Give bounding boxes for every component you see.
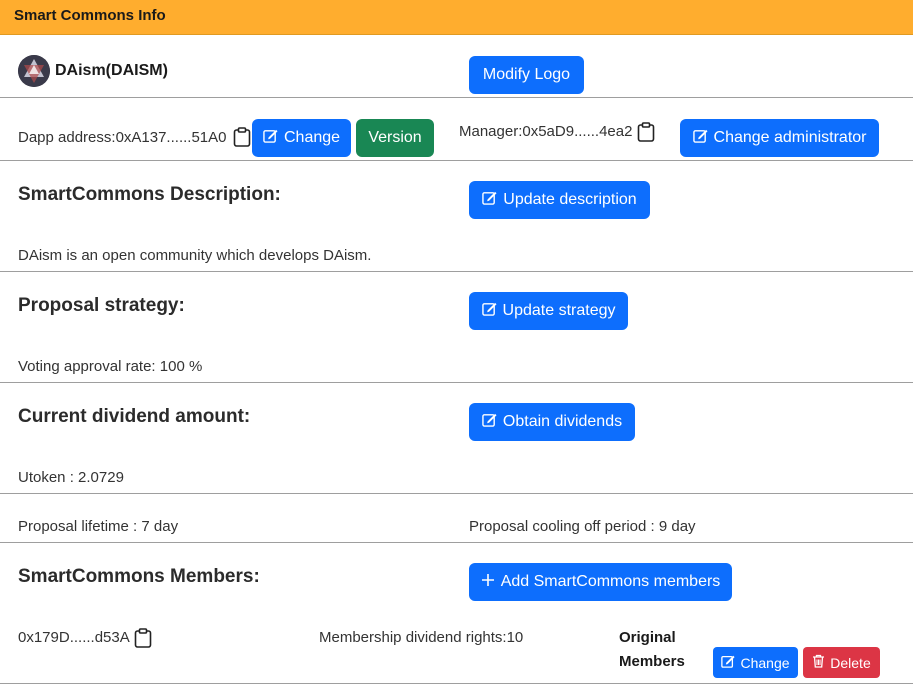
edit-icon	[481, 301, 497, 321]
add-members-label: Add SmartCommons members	[500, 573, 721, 590]
version-button[interactable]: Version	[356, 119, 434, 157]
clipboard-icon[interactable]	[134, 628, 152, 648]
smart-commons-name: DAism(DAISM)	[55, 62, 168, 79]
member-address: 0x179D......d53A	[18, 629, 130, 646]
dividend-text: Utoken : 2.0729	[18, 469, 124, 486]
update-strategy-label: Update strategy	[502, 302, 616, 319]
description-title: SmartCommons Description:	[18, 184, 281, 205]
divider	[0, 493, 913, 494]
dapp-address-value: 0xA137......51A0	[115, 129, 227, 146]
daism-logo-icon	[18, 55, 50, 87]
members-title: SmartCommons Members:	[18, 566, 260, 587]
divider	[0, 97, 913, 98]
proposal-lifetime: Proposal lifetime : 7 day	[18, 518, 179, 535]
edit-icon	[721, 654, 736, 671]
divider	[0, 271, 913, 272]
trash-icon	[812, 654, 825, 671]
manager-value: 0x5aD9......4ea2	[522, 123, 633, 140]
clipboard-icon[interactable]	[637, 122, 655, 142]
change-administrator-button[interactable]: Change administrator	[680, 119, 879, 157]
strategy-text: Voting approval rate: 100 %	[18, 358, 203, 375]
modify-logo-button[interactable]: Modify Logo	[469, 56, 584, 94]
manager-address: Manager:0x5aD9......4ea2	[459, 123, 632, 140]
obtain-dividends-label: Obtain dividends	[502, 413, 623, 430]
strategy-title: Proposal strategy:	[18, 295, 185, 316]
delete-member-button[interactable]: Delete	[803, 647, 880, 678]
change-administrator-label: Change administrator	[713, 129, 867, 146]
dapp-address-label: Dapp address:	[18, 129, 116, 146]
obtain-dividends-button[interactable]: Obtain dividends	[469, 403, 635, 441]
member-dividend-rights: Membership dividend rights:10	[319, 629, 524, 646]
change-member-button[interactable]: Change	[713, 647, 798, 678]
update-description-label: Update description	[503, 191, 637, 208]
divider	[0, 542, 913, 543]
dividend-title: Current dividend amount:	[18, 406, 251, 427]
clipboard-icon[interactable]	[233, 127, 251, 147]
update-strategy-button[interactable]: Update strategy	[469, 292, 628, 330]
plus-icon	[481, 573, 495, 592]
dapp-address: Dapp address:0xA137......51A0	[18, 129, 226, 146]
member-role-line2: Members	[619, 653, 685, 670]
edit-icon	[482, 412, 497, 432]
edit-icon	[263, 128, 278, 148]
divider	[0, 160, 913, 161]
divider	[0, 683, 913, 684]
change-dapp-label: Change	[283, 129, 341, 146]
update-description-button[interactable]: Update description	[469, 181, 650, 219]
change-dapp-button[interactable]: Change	[252, 119, 351, 157]
manager-label: Manager:	[459, 123, 523, 140]
edit-icon	[482, 190, 497, 210]
add-members-button[interactable]: Add SmartCommons members	[469, 563, 732, 601]
delete-member-label: Delete	[830, 654, 871, 671]
change-member-label: Change	[740, 654, 790, 671]
member-role-line1: Original	[619, 629, 676, 646]
panel-header: Smart Commons Info	[0, 0, 913, 35]
divider	[0, 382, 913, 383]
edit-icon	[692, 128, 708, 148]
description-text: DAism is an open community which develop…	[18, 247, 372, 264]
proposal-cooling-period: Proposal cooling off period : 9 day	[469, 518, 696, 535]
panel-title: Smart Commons Info	[14, 7, 166, 24]
